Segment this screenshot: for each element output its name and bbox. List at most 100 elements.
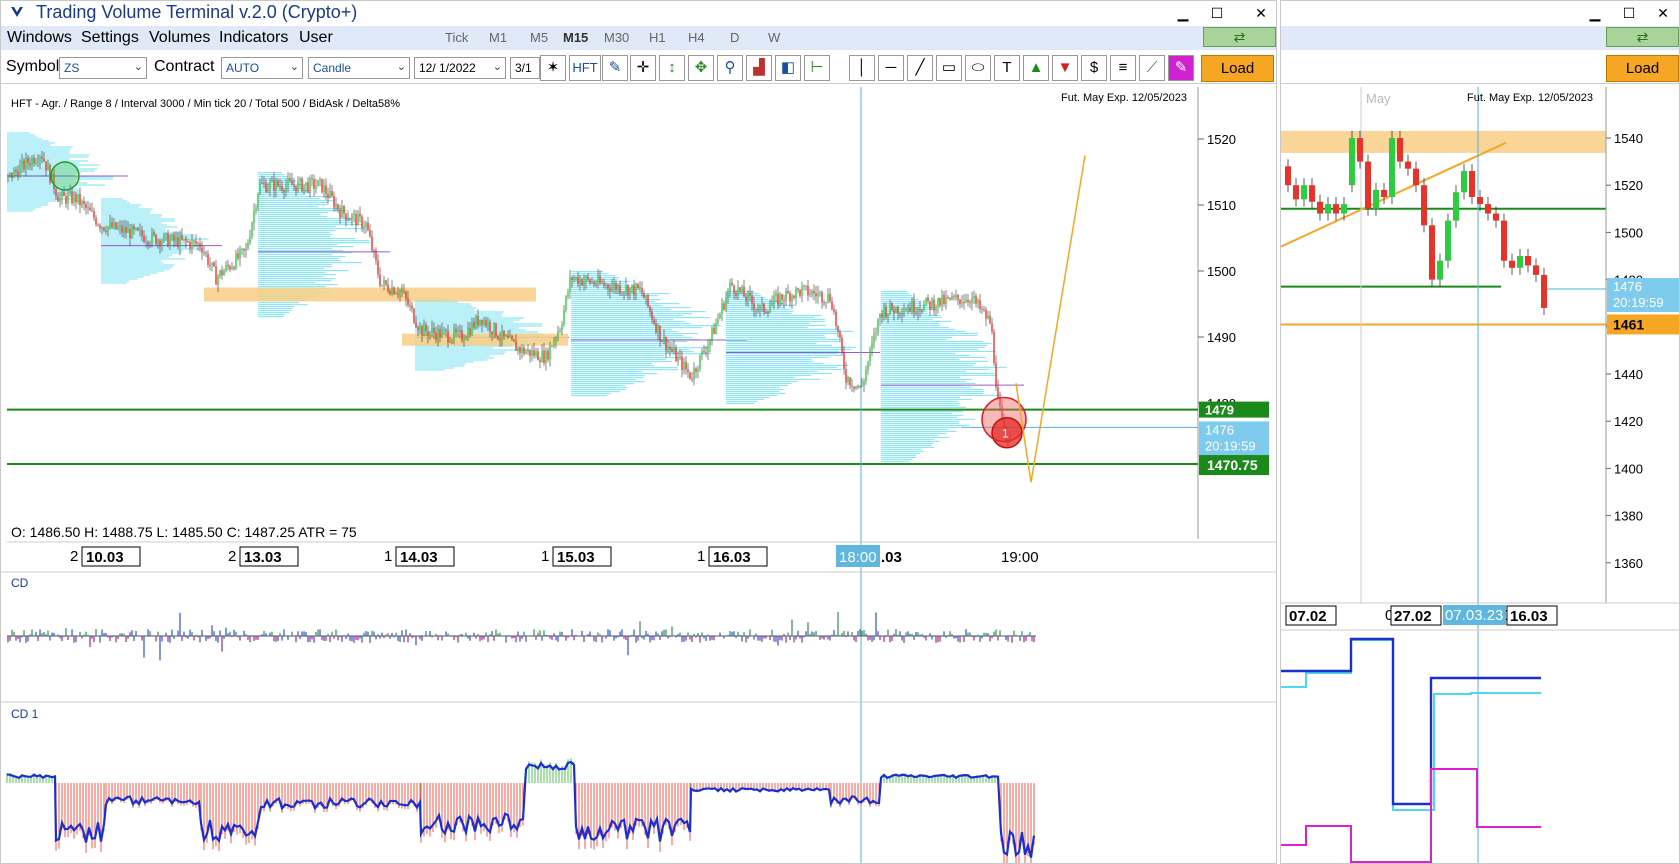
date-prefix: 1 — [541, 548, 549, 565]
minimize-button[interactable]: ▁ — [1583, 3, 1607, 23]
contract-info-text: Fut. May Exp. 12/05/2023 — [1061, 92, 1187, 104]
zoom-icon[interactable]: ⚲ — [717, 55, 743, 81]
candle-body — [479, 319, 481, 326]
volume-profile-bar — [726, 374, 812, 376]
main-chart-window: Trading Volume Terminal v.2.0 (Crypto+) … — [0, 0, 1277, 864]
candle-body — [631, 284, 633, 288]
minimize-button[interactable]: ▁ — [1171, 3, 1195, 23]
volume-profile-bar — [726, 330, 853, 332]
volume-profile-bar — [258, 196, 330, 198]
tf-h4[interactable]: H4 — [688, 30, 705, 45]
stars-icon[interactable]: ✶ — [540, 55, 566, 81]
menu-user[interactable]: User — [299, 29, 333, 47]
rectangle-icon[interactable]: ▭ — [936, 55, 962, 81]
candle-body — [883, 306, 885, 317]
tf-m15[interactable]: M15 — [563, 30, 588, 45]
tf-m30[interactable]: M30 — [604, 30, 629, 45]
profile-icon[interactable]: ◧ — [775, 55, 801, 81]
candle-body — [495, 323, 497, 337]
maximize-button[interactable]: ☐ — [1617, 3, 1641, 23]
candle-body — [1421, 185, 1427, 226]
text-tool-icon[interactable]: T — [994, 55, 1020, 81]
horizontal-line-icon[interactable]: ─ — [878, 55, 904, 81]
candle-body — [659, 325, 661, 342]
dollar-icon[interactable]: $ — [1081, 55, 1107, 81]
volume-profile-bar — [7, 158, 70, 160]
candle-body — [889, 302, 891, 314]
volume-profile-bar — [881, 400, 958, 402]
candle-body — [215, 266, 217, 285]
candle-body — [783, 299, 785, 301]
ruler-icon[interactable]: ⟋ — [1139, 55, 1165, 81]
arrow-down-icon[interactable]: ▼ — [1052, 55, 1078, 81]
chart-type-select[interactable]: Candle ⌄ — [308, 57, 410, 79]
range-icon[interactable]: ⊢ — [804, 55, 830, 81]
vertical-line-icon[interactable]: │ — [849, 55, 875, 81]
candle-body — [689, 372, 691, 379]
candle-body — [15, 169, 17, 172]
sync-button[interactable]: ⇄ — [1203, 27, 1276, 47]
tf-h1[interactable]: H1 — [649, 30, 666, 45]
volume-profile-bar — [415, 355, 490, 357]
volume-profile-bar — [101, 254, 173, 256]
candle-body — [979, 300, 981, 309]
menu-indicators[interactable]: Indicators — [219, 29, 288, 47]
tf-tick[interactable]: Tick — [445, 30, 468, 45]
main-chart[interactable]: 1 152015101500149014801479147620:19:5914… — [1, 87, 1277, 864]
candle-body — [1525, 256, 1531, 266]
date-prefix: 2 — [228, 548, 236, 565]
candle-body — [867, 361, 869, 371]
candle-body — [43, 158, 45, 162]
tf-m1[interactable]: M1 — [489, 30, 507, 45]
hft-button[interactable]: HFT — [569, 55, 601, 81]
candle-body — [351, 214, 353, 220]
candle-body — [97, 224, 99, 226]
date2-picker[interactable]: 3/1 — [510, 57, 540, 79]
load-button[interactable]: Load — [1606, 55, 1679, 82]
tf-d[interactable]: D — [730, 30, 739, 45]
volume-profile-bar — [881, 412, 953, 414]
secondary-chart[interactable]: 1540152015001480146014401420140013801360… — [1281, 87, 1680, 864]
candle-body — [605, 284, 607, 286]
candle-body — [147, 242, 149, 245]
volume-profile-bar — [258, 222, 353, 224]
fibonacci-icon[interactable]: ≡ — [1110, 55, 1136, 81]
candle-body — [893, 309, 895, 314]
close-button[interactable]: ✕ — [1651, 3, 1675, 23]
load-button[interactable]: Load — [1201, 55, 1274, 82]
sync-button[interactable]: ⇄ — [1606, 27, 1679, 47]
volume-profile-bar — [258, 264, 332, 266]
trend-line-icon[interactable]: ╱ — [907, 55, 933, 81]
candle-body — [293, 185, 295, 187]
arrow-up-icon[interactable]: ▲ — [1023, 55, 1049, 81]
volume-profile-bar — [258, 268, 325, 270]
tf-m5[interactable]: M5 — [530, 30, 548, 45]
symbol-select[interactable]: ZS ⌄ — [59, 57, 147, 79]
candle-body — [871, 342, 873, 350]
date-picker[interactable]: 12/ 1/2022 ⌄ — [414, 57, 506, 79]
bars-icon[interactable]: ▟ — [746, 55, 772, 81]
menu-settings[interactable]: Settings — [81, 29, 139, 47]
candle-body — [547, 350, 549, 360]
volume-profile-bar — [726, 314, 821, 316]
candle-body — [155, 234, 157, 245]
candle-body — [9, 172, 11, 175]
tf-w[interactable]: W — [768, 30, 780, 45]
crosshair-icon[interactable]: ✛ — [630, 55, 656, 81]
volume-profile-bar — [571, 371, 643, 373]
move-icon[interactable]: ✥ — [688, 55, 714, 81]
menu-windows[interactable]: Windows — [7, 29, 72, 47]
contract-select[interactable]: AUTO ⌄ — [221, 57, 303, 79]
close-button[interactable]: ✕ — [1249, 3, 1273, 23]
candle-body — [19, 165, 21, 178]
menu-volumes[interactable]: Volumes — [149, 29, 210, 47]
candle-body — [579, 279, 581, 285]
maximize-button[interactable]: ☐ — [1205, 3, 1229, 23]
volume-profile-bar — [571, 327, 702, 329]
candle-body — [391, 287, 393, 295]
candle-body — [681, 356, 683, 371]
ellipse-icon[interactable]: ⬭ — [965, 55, 991, 81]
brush-icon[interactable]: ✎ — [1168, 55, 1194, 81]
pencil-icon[interactable]: ✎ — [602, 55, 628, 81]
vertical-resize-icon[interactable]: ↕ — [659, 55, 685, 81]
